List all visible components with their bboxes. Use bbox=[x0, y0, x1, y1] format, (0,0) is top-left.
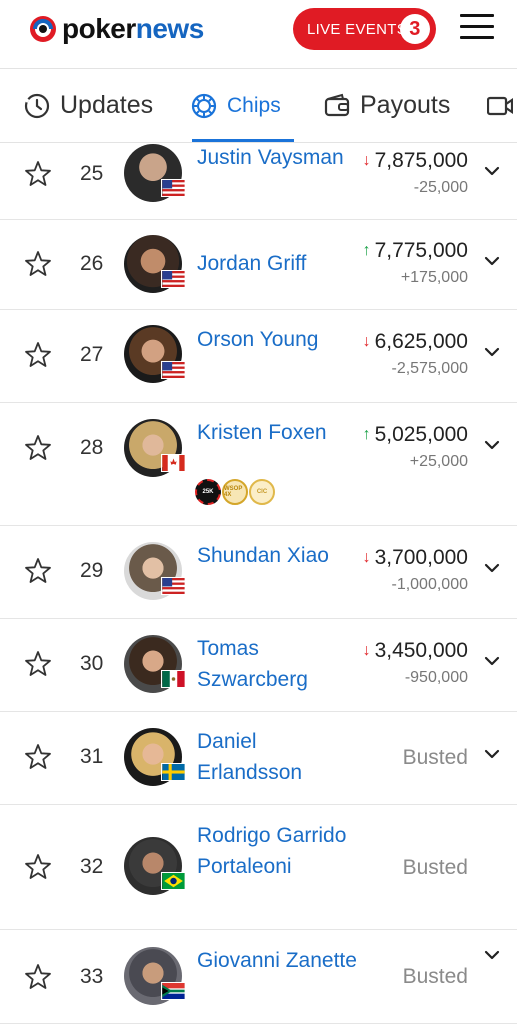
player-rank: 28 bbox=[80, 436, 104, 459]
logo-text-news: news bbox=[135, 13, 205, 44]
chevron-down-icon[interactable] bbox=[484, 347, 500, 357]
flag-us-icon bbox=[161, 577, 186, 595]
pokernews-logo[interactable]: pokernews bbox=[28, 13, 204, 45]
tab-chips-label: Chips bbox=[227, 93, 281, 117]
chevron-down-icon[interactable] bbox=[484, 656, 500, 666]
clock-icon bbox=[24, 93, 50, 118]
player-rank: 33 bbox=[80, 965, 104, 988]
arrow-down-icon: ↓ bbox=[362, 333, 371, 350]
player-name-link[interactable]: Orson Young bbox=[197, 324, 357, 355]
tab-bar: Updates Chips Payouts bbox=[0, 69, 517, 143]
chip-change: -25,000 bbox=[413, 179, 468, 196]
player-row[interactable]: 27 Orson Young ↓ 6,625,000 -2,575,000 bbox=[0, 310, 517, 403]
player-row[interactable]: 28 Kristen Foxen ↑ 5,025,000 +25,000 25K … bbox=[0, 403, 517, 526]
tab-payouts-label: Payouts bbox=[360, 91, 451, 119]
player-rank: 27 bbox=[80, 343, 104, 366]
player-rank: 25 bbox=[80, 162, 104, 185]
chip-count: ↓ 6,625,000 bbox=[362, 330, 468, 353]
chip-count: ↑ 7,775,000 bbox=[362, 239, 468, 262]
player-name-link[interactable]: Rodrigo Garrido Portaleoni bbox=[197, 820, 357, 882]
flag-us-icon bbox=[161, 179, 186, 197]
player-row[interactable]: 29 Shundan Xiao ↓ 3,700,000 -1,000,000 bbox=[0, 526, 517, 619]
live-events-label: LIVE EVENTS bbox=[307, 20, 408, 38]
flag-za-icon bbox=[161, 982, 186, 1000]
logo-icon bbox=[30, 16, 56, 42]
favorite-star-icon[interactable] bbox=[24, 160, 52, 188]
chip-change: +25,000 bbox=[409, 453, 468, 470]
tab-updates-label: Updates bbox=[60, 91, 154, 119]
player-row[interactable]: 26 Jordan Griff ↑ 7,775,000 +175,000 bbox=[0, 220, 517, 310]
arrow-up-icon: ↑ bbox=[362, 426, 371, 443]
player-row[interactable]: 25 Justin Vaysman ↓ 7,875,000 -25,000 bbox=[0, 142, 517, 220]
favorite-star-icon[interactable] bbox=[24, 434, 52, 462]
player-name-link[interactable]: Justin Vaysman bbox=[197, 142, 357, 173]
achievement-badges: 25K WSOP 4X CIC bbox=[195, 479, 276, 505]
player-rank: 30 bbox=[80, 652, 104, 675]
player-rank: 31 bbox=[80, 745, 104, 768]
busted-status: Busted bbox=[402, 746, 468, 769]
flag-us-icon bbox=[161, 270, 186, 288]
live-events-count: 3 bbox=[400, 14, 430, 44]
favorite-star-icon[interactable] bbox=[24, 250, 52, 278]
flag-se-icon bbox=[161, 763, 186, 781]
chip-change: -2,575,000 bbox=[391, 360, 468, 377]
hamburger-menu-icon[interactable] bbox=[460, 14, 494, 44]
top-header: pokernews LIVE EVENTS 3 bbox=[0, 0, 517, 69]
badge-wsop-icon: WSOP 4X bbox=[222, 479, 248, 505]
favorite-star-icon[interactable] bbox=[24, 557, 52, 585]
live-events-button[interactable]: LIVE EVENTS 3 bbox=[293, 8, 436, 50]
chip-change: -1,000,000 bbox=[391, 576, 468, 593]
player-rank: 26 bbox=[80, 252, 104, 275]
chip-change: -950,000 bbox=[404, 669, 468, 686]
chip-count: ↓ 7,875,000 bbox=[362, 149, 468, 172]
chip-icon bbox=[191, 93, 217, 118]
tab-video[interactable] bbox=[487, 69, 517, 142]
chip-count: ↓ 3,700,000 bbox=[362, 546, 468, 569]
arrow-down-icon: ↓ bbox=[362, 549, 371, 566]
player-name-link[interactable]: Giovanni Zanette bbox=[197, 945, 357, 976]
busted-status: Busted bbox=[402, 965, 468, 988]
chevron-down-icon[interactable] bbox=[484, 166, 500, 176]
player-rank: 29 bbox=[80, 559, 104, 582]
player-row[interactable]: 33 Giovanni Zanette Busted bbox=[0, 930, 517, 1024]
flag-mx-icon bbox=[161, 670, 186, 688]
player-name-link[interactable]: Kristen Foxen bbox=[197, 417, 357, 448]
player-row[interactable]: 31 Daniel Erlandsson Busted bbox=[0, 712, 517, 805]
badge-25k-icon: 25K bbox=[195, 479, 221, 505]
player-name-link[interactable]: Daniel Erlandsson bbox=[197, 726, 367, 788]
tab-payouts[interactable]: Payouts bbox=[324, 69, 450, 142]
chevron-down-icon[interactable] bbox=[484, 440, 500, 450]
arrow-up-icon: ↑ bbox=[362, 242, 371, 259]
favorite-star-icon[interactable] bbox=[24, 853, 52, 881]
chevron-down-icon[interactable] bbox=[484, 950, 500, 960]
video-icon bbox=[487, 96, 513, 115]
player-row[interactable]: 30 Tomas Szwarcberg ↓ 3,450,000 -950,000 bbox=[0, 619, 517, 712]
tab-updates[interactable]: Updates bbox=[24, 69, 153, 142]
chip-count: ↑ 5,025,000 bbox=[362, 423, 468, 446]
favorite-star-icon[interactable] bbox=[24, 341, 52, 369]
flag-ca-icon bbox=[161, 454, 186, 472]
logo-text-poker: poker bbox=[62, 13, 136, 44]
player-rank: 32 bbox=[80, 855, 104, 878]
chevron-down-icon[interactable] bbox=[484, 749, 500, 759]
player-row[interactable]: 32 Rodrigo Garrido Portaleoni Busted bbox=[0, 805, 517, 930]
busted-status: Busted bbox=[402, 856, 468, 879]
player-name-link[interactable]: Shundan Xiao bbox=[197, 540, 357, 571]
chevron-down-icon[interactable] bbox=[484, 256, 500, 266]
flag-br-icon bbox=[161, 872, 186, 890]
badge-cic-icon: CIC bbox=[249, 479, 275, 505]
favorite-star-icon[interactable] bbox=[24, 963, 52, 991]
wallet-icon bbox=[324, 93, 350, 116]
chip-count: ↓ 3,450,000 bbox=[362, 639, 468, 662]
favorite-star-icon[interactable] bbox=[24, 650, 52, 678]
chip-change: +175,000 bbox=[400, 269, 468, 286]
chevron-down-icon[interactable] bbox=[484, 563, 500, 573]
arrow-down-icon: ↓ bbox=[362, 642, 371, 659]
favorite-star-icon[interactable] bbox=[24, 743, 52, 771]
player-name-link[interactable]: Tomas Szwarcberg bbox=[197, 633, 367, 695]
arrow-down-icon: ↓ bbox=[362, 152, 371, 169]
flag-us-icon bbox=[161, 361, 186, 379]
